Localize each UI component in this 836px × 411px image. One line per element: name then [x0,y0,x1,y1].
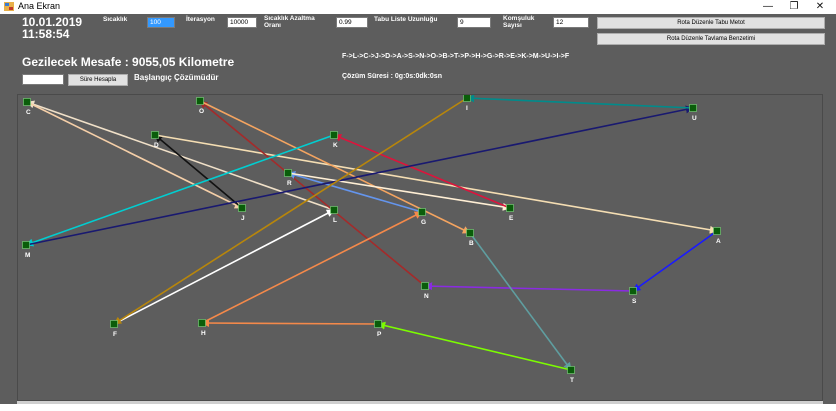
route-map: A B C D E F G H I J K L M N O P R S T U [17,94,823,401]
route-map-svg: A B C D E F G H I J K L M N O P R S T U [22,95,721,384]
komsuluk-label: Komşuluk [503,15,535,22]
route-edge-h-g [201,211,423,324]
route-edge-g-r [287,171,423,213]
city-node-e [506,204,514,212]
tavlama-button[interactable]: Rota Düzenle Tavlama Benzetimi [597,33,825,45]
city-node-n [421,282,429,290]
iterasyon-input[interactable]: 10000 [227,17,257,28]
city-node-l [330,206,338,214]
route-edge-e-k [333,134,511,209]
sure-output-field[interactable] [22,74,64,85]
city-label-u: U [692,115,697,122]
city-node-m [22,241,30,249]
bottom-strip [0,404,836,411]
route-edge-m-u [25,105,694,246]
sicaklik-label: Sıcaklık [103,16,128,23]
distance-label: Gezilecek Mesafe : 9055,05 Kilometre [22,55,235,69]
city-label-d: D [154,142,159,149]
city-node-c [23,98,31,106]
city-node-j [238,204,246,212]
sicaklik-input[interactable]: 100 [147,17,175,28]
azaltma-input[interactable]: 0.99 [336,17,368,28]
city-label-f: F [113,331,117,338]
app-icon [4,2,14,11]
route-edge-c-j [26,101,243,209]
city-label-m: M [25,252,30,259]
city-label-j: J [241,215,245,222]
city-label-n: N [424,293,429,300]
city-node-r [284,169,292,177]
solution-time-label: Çözüm Süresi : 0g:0s:0dk:0sn [342,73,442,80]
city-node-p [374,320,382,328]
city-node-t [567,366,575,374]
city-label-g: G [421,219,426,226]
city-node-u [689,104,697,112]
city-label-o: O [199,108,204,115]
city-node-o [196,97,204,105]
city-label-e: E [509,215,514,222]
komsuluk-input[interactable]: 12 [553,17,589,28]
route-edge-i-f [113,97,468,325]
tabu-input[interactable]: 9 [457,17,491,28]
city-label-c: C [26,109,31,116]
city-label-a: A [716,238,721,245]
komsuluk-label-line2: Sayısı [503,22,522,29]
route-label: F->L->C->J->D->A->S->N->O->B->T->P->H->G… [342,53,570,60]
city-node-b [466,229,474,237]
city-node-k [330,131,338,139]
sure-hesapla-button[interactable]: Süre Hesapla [68,74,128,86]
route-edge-n-o [199,100,426,287]
city-node-f [110,320,118,328]
city-node-g [418,208,426,216]
city-node-h [198,319,206,327]
city-node-d [151,131,159,139]
route-edge-s-n [424,282,634,292]
route-edge-a-s [632,230,718,292]
city-node-s [629,287,637,295]
maximize-button[interactable]: ❐ [782,0,806,14]
iterasyon-label: İterasyon [186,16,215,23]
route-edge-k-m [25,134,335,247]
city-label-t: T [570,377,574,384]
tabu-label: Tabu Liste Uzunluğu [374,16,438,23]
city-label-k: K [333,142,338,149]
city-label-l: L [333,217,337,224]
azaltma-label-line2: Oranı [264,22,281,29]
azaltma-label: Sıcaklık Azaltma [264,15,315,22]
title-bar: Ana Ekran — ❐ ✕ [0,0,836,14]
city-label-r: R [287,180,292,187]
route-edge-p-h [201,319,379,328]
city-node-a [713,227,721,235]
city-label-i: I [466,105,468,112]
window-title: Ana Ekran [18,1,61,11]
city-label-p: P [377,331,382,338]
city-label-b: B [469,240,474,247]
city-node-i [463,95,471,102]
city-label-h: H [201,330,206,337]
tabu-method-button[interactable]: Rota Düzenle Tabu Metot [597,17,825,29]
time-label: 11:58:54 [22,27,70,41]
city-label-s: S [632,298,637,305]
route-edge-f-l [113,209,335,325]
route-edge-u-i [466,95,694,109]
close-button[interactable]: ✕ [808,0,832,14]
minimize-button[interactable]: — [756,0,780,14]
start-solution-label: Başlangıç Çözümüdür [134,73,219,82]
